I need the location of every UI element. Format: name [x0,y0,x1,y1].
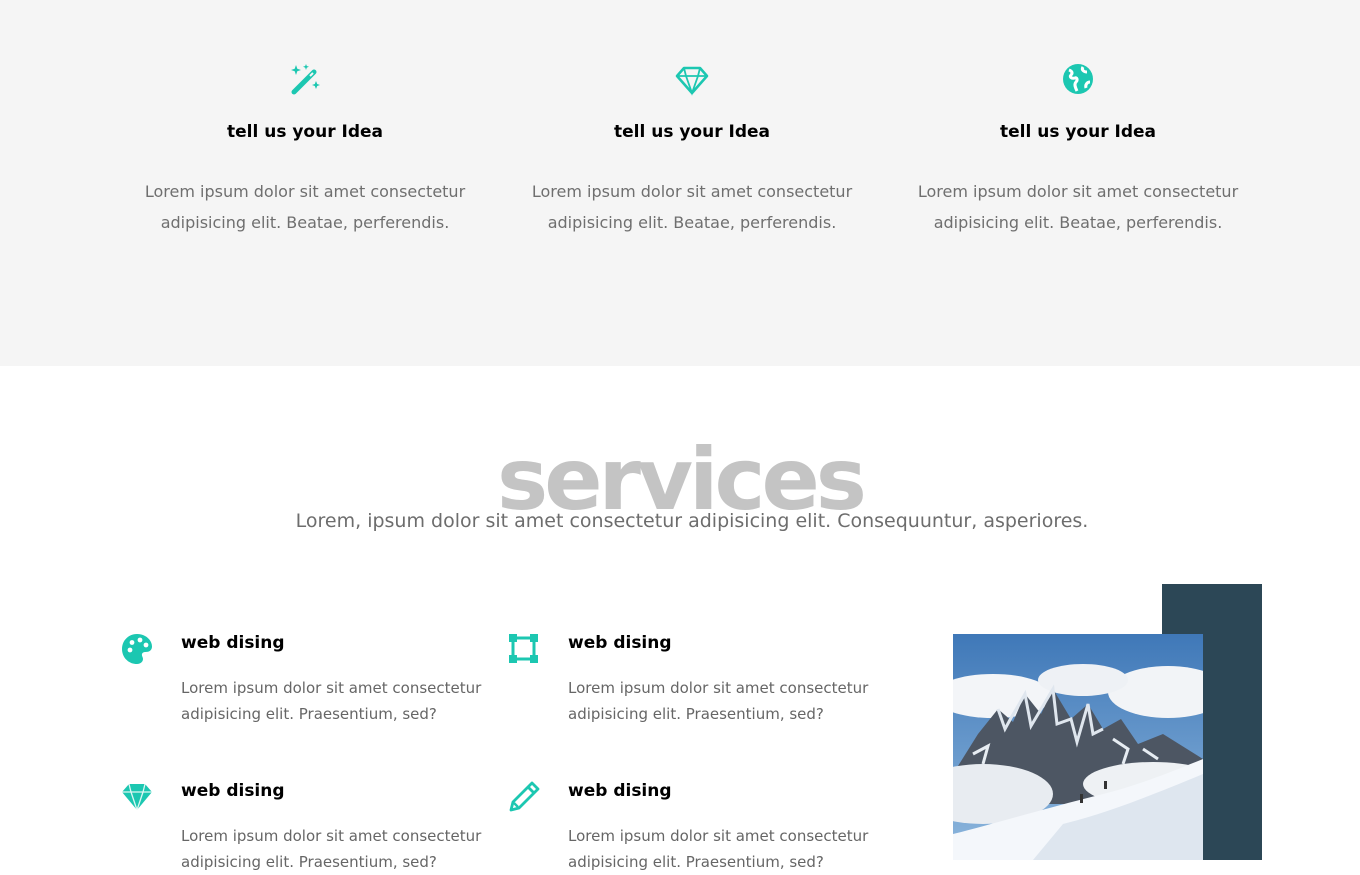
magic-wand-icon [288,62,322,96]
mountain-photo [953,634,1203,860]
service-text: Lorem ipsum dolor sit amet consectetur a… [568,827,869,871]
feature-text: Lorem ipsum dolor sit amet consectetur a… [917,182,1239,232]
gem-icon [121,781,153,813]
service-title: web dising [568,633,672,653]
service-text: Lorem ipsum dolor sit amet consectetur a… [568,679,869,723]
vector-square-icon [508,633,540,665]
service-text: Lorem ipsum dolor sit amet consectetur a… [181,679,482,723]
service-title: web dising [181,781,285,801]
diamond-icon [675,62,709,96]
service-title: web dising [568,781,672,801]
service-title: web dising [181,633,285,653]
palette-icon [121,633,153,665]
feature-title: tell us your Idea [999,122,1157,142]
service-text: Lorem ipsum dolor sit amet consectetur a… [181,827,482,871]
pencil-icon [508,781,540,813]
services-subtitle: Lorem, ipsum dolor sit amet consectetur … [295,510,1089,532]
feature-title: tell us your Idea [613,122,771,142]
feature-text: Lorem ipsum dolor sit amet consectetur a… [144,182,466,232]
feature-title: tell us your Idea [226,122,384,142]
feature-text: Lorem ipsum dolor sit amet consectetur a… [531,182,853,232]
features-section: tell us your Idea Lorem ipsum dolor sit … [0,0,1360,366]
globe-icon [1061,62,1095,96]
